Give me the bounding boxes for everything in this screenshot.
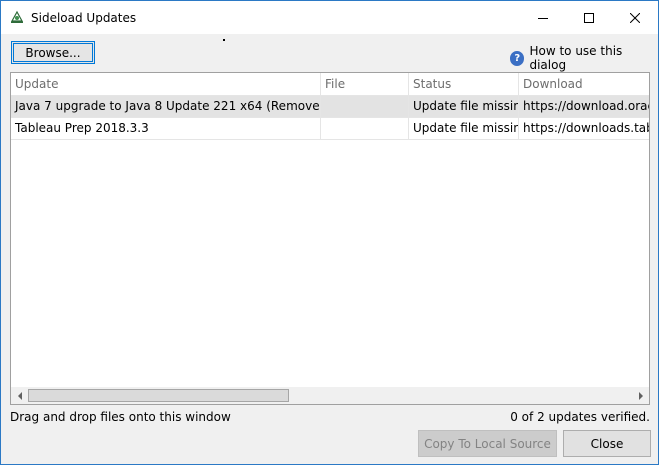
table-row[interactable]: Java 7 upgrade to Java 8 Update 221 x64 … xyxy=(11,96,649,118)
table-row[interactable]: Tableau Prep 2018.3.3 Update file missin… xyxy=(11,118,649,140)
minimize-button[interactable] xyxy=(520,1,566,34)
close-icon xyxy=(630,12,640,23)
browse-button[interactable]: Browse... xyxy=(11,41,95,64)
cell-update: Tableau Prep 2018.3.3 xyxy=(11,118,321,139)
copy-to-local-source-button[interactable]: Copy To Local Source xyxy=(418,430,557,457)
cell-status: Update file missing xyxy=(409,96,519,117)
column-header-download[interactable]: Download xyxy=(519,73,649,95)
chevron-right-icon xyxy=(638,391,643,400)
scroll-left-button[interactable] xyxy=(11,387,28,404)
close-button[interactable]: Close xyxy=(563,430,651,457)
minimize-icon xyxy=(538,17,548,19)
cell-download: https://download.oracle xyxy=(523,99,649,113)
chevron-left-icon xyxy=(17,391,22,400)
cell-file xyxy=(321,96,409,117)
maximize-button[interactable] xyxy=(566,1,612,34)
column-header-update[interactable]: Update xyxy=(11,73,321,95)
help-link-label: How to use this dialog xyxy=(529,44,623,72)
verified-count: 0 of 2 updates verified. xyxy=(510,410,650,424)
help-link[interactable]: ? How to use this dialog xyxy=(510,44,658,72)
sideload-updates-window: Sideload Updates Browse... ? How to use … xyxy=(0,0,659,465)
drag-drop-hint: Drag and drop files onto this window xyxy=(10,410,231,424)
maximize-icon xyxy=(584,12,594,23)
updates-table: Update File Status Download Java 7 upgra… xyxy=(10,72,650,405)
column-header-status[interactable]: Status xyxy=(409,73,519,95)
window-title: Sideload Updates xyxy=(31,11,137,25)
horizontal-scrollbar[interactable] xyxy=(11,387,649,404)
app-icon xyxy=(10,10,24,24)
scrollbar-thumb[interactable] xyxy=(28,389,289,402)
cell-file xyxy=(321,118,409,139)
table-header: Update File Status Download xyxy=(11,73,649,96)
stray-dot xyxy=(223,39,225,41)
cell-update: Java 7 upgrade to Java 8 Update 221 x64 … xyxy=(11,96,321,117)
close-window-button[interactable] xyxy=(612,1,658,34)
cell-status: Update file missing xyxy=(409,118,519,139)
question-icon: ? xyxy=(510,50,525,66)
title-bar: Sideload Updates xyxy=(1,1,658,34)
cell-download: https://downloads.table xyxy=(523,121,649,135)
scroll-right-button[interactable] xyxy=(632,387,649,404)
column-header-file[interactable]: File xyxy=(321,73,409,95)
